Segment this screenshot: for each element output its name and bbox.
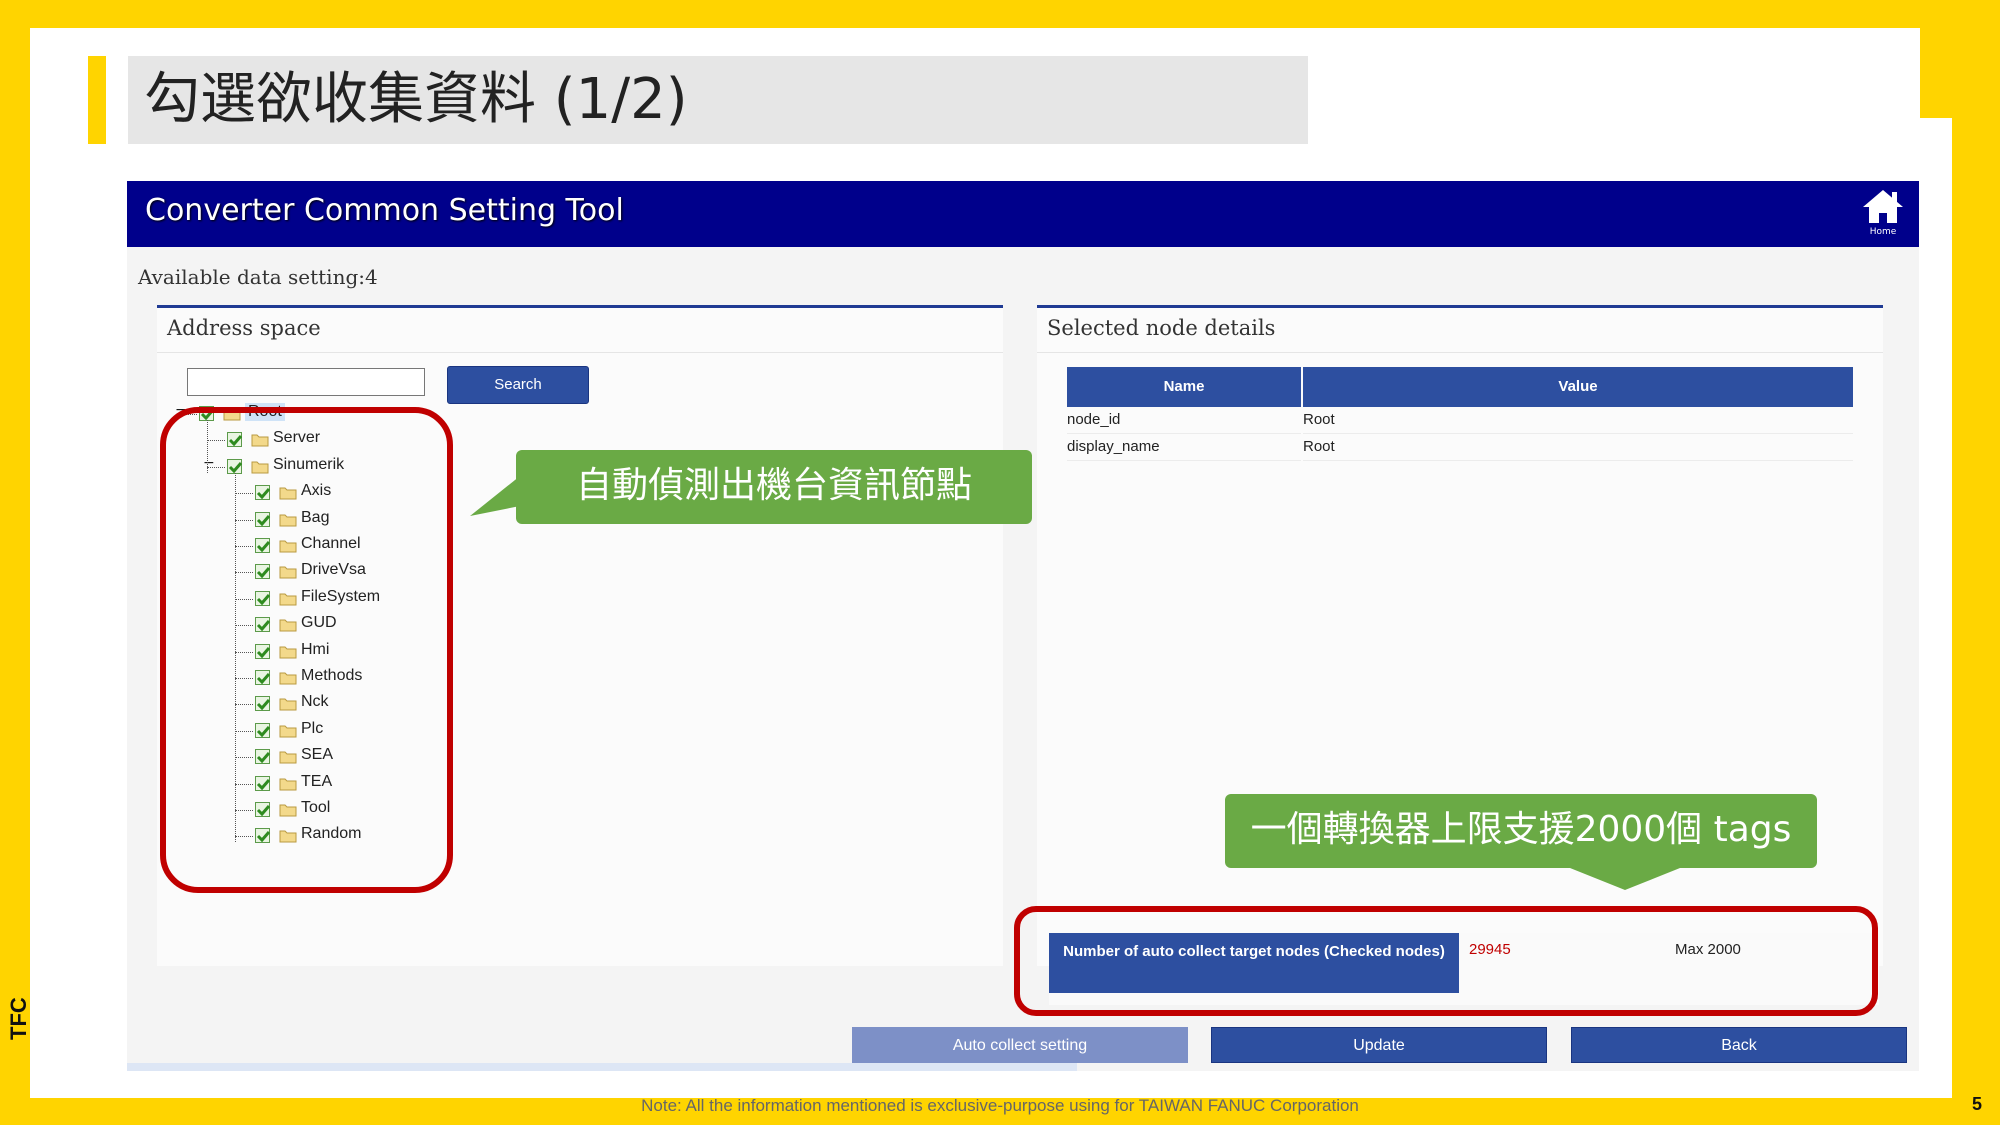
tree-highlight-box bbox=[160, 407, 453, 893]
details-table: Name Value node_id Root display_name Roo… bbox=[1067, 367, 1853, 467]
title-box: 勾選欲收集資料 (1/2) bbox=[128, 56, 1308, 144]
callout-pointer bbox=[1565, 866, 1685, 890]
panel-divider bbox=[1037, 352, 1883, 353]
node-details-title: Selected node details bbox=[1047, 316, 1276, 340]
callout-detect: 自動偵測出機台資訊節點 bbox=[516, 450, 1032, 524]
title-accent-bar bbox=[88, 56, 106, 144]
search-input[interactable] bbox=[187, 368, 425, 396]
slide-title: 勾選欲收集資料 (1/2) bbox=[144, 67, 688, 132]
status-bar bbox=[127, 1063, 1077, 1071]
app-header: Converter Common Setting Tool Home bbox=[127, 181, 1919, 247]
corner-notch bbox=[1920, 28, 1952, 118]
back-button[interactable]: Back bbox=[1571, 1027, 1907, 1063]
update-button[interactable]: Update bbox=[1211, 1027, 1547, 1063]
count-highlight-box bbox=[1014, 906, 1878, 1016]
home-button[interactable]: Home bbox=[1859, 187, 1907, 239]
table-cell: display_name bbox=[1067, 434, 1301, 461]
column-header-value: Value bbox=[1303, 367, 1853, 407]
address-space-title: Address space bbox=[167, 316, 321, 340]
panel-divider bbox=[157, 352, 1003, 353]
app-title: Converter Common Setting Tool bbox=[145, 193, 624, 228]
callout-pointer bbox=[470, 476, 520, 516]
search-button[interactable]: Search bbox=[447, 366, 589, 404]
table-cell: Root bbox=[1303, 434, 1853, 461]
brand-logo: TFC bbox=[6, 997, 31, 1040]
home-icon bbox=[1863, 190, 1903, 223]
callout-limit: 一個轉換器上限支援2000個 tags bbox=[1225, 794, 1817, 868]
column-header-name: Name bbox=[1067, 367, 1301, 407]
table-cell: Root bbox=[1303, 407, 1853, 434]
auto-collect-setting-button[interactable]: Auto collect setting bbox=[852, 1027, 1188, 1063]
page-number: 5 bbox=[1971, 1094, 1982, 1114]
footer-note: Note: All the information mentioned is e… bbox=[641, 1096, 1359, 1115]
available-data-setting: Available data setting:4 bbox=[138, 265, 378, 289]
home-label: Home bbox=[1869, 227, 1897, 237]
table-cell: node_id bbox=[1067, 407, 1301, 434]
